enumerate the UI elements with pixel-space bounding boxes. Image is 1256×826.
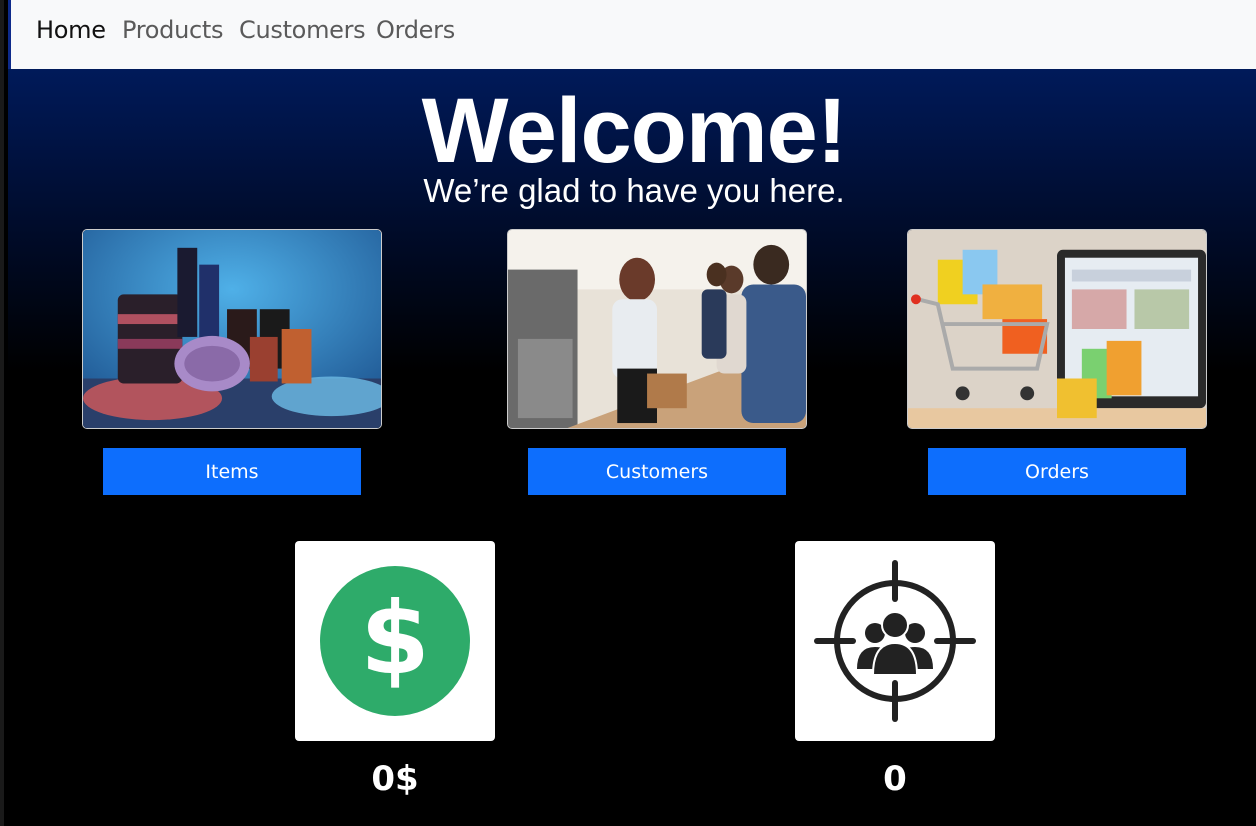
customers-count-value: 0 xyxy=(883,759,907,799)
dollar-icon: $ xyxy=(320,566,470,716)
cafe-customers-image xyxy=(507,229,807,429)
page-subtitle: We’re glad to have you here. xyxy=(423,172,845,209)
revenue-value: 0$ xyxy=(371,759,419,799)
nav-home[interactable]: Home xyxy=(36,16,106,44)
shopping-cart-image xyxy=(907,229,1207,429)
customers-count-card xyxy=(795,541,995,741)
nav-products[interactable]: Products xyxy=(122,16,224,44)
items-button[interactable]: Items xyxy=(103,448,361,495)
top-navbar: Home Products Customers Orders xyxy=(8,0,1256,69)
revenue-card: $ xyxy=(295,541,495,741)
nav-customers[interactable]: Customers xyxy=(239,16,366,44)
target-audience-icon xyxy=(814,560,976,722)
app-frame: Home Products Customers Orders Welcome! … xyxy=(0,0,1256,826)
orders-button[interactable]: Orders xyxy=(928,448,1186,495)
customers-button[interactable]: Customers xyxy=(528,448,786,495)
page-title: Welcome! xyxy=(421,80,848,182)
cosmetics-image xyxy=(82,229,382,429)
hero-section: Welcome! We’re glad to have you here. It… xyxy=(8,69,1256,826)
svg-text:$: $ xyxy=(360,580,430,697)
nav-orders[interactable]: Orders xyxy=(376,16,455,44)
